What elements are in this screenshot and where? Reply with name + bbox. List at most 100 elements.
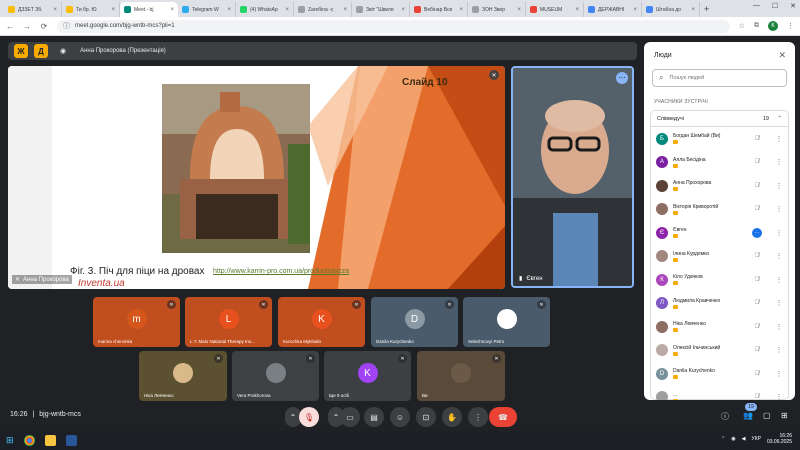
- close-tab-icon[interactable]: ×: [401, 7, 405, 13]
- more-options-button[interactable]: ⋮: [468, 407, 488, 427]
- reload-icon[interactable]: ⟳: [40, 22, 48, 31]
- browser-menu-icon[interactable]: ⋮: [787, 22, 794, 30]
- close-tab-icon[interactable]: ×: [633, 7, 637, 13]
- people-search-input[interactable]: [669, 75, 780, 81]
- participant-tile[interactable]: Vera Prokhorova ✕: [232, 351, 319, 401]
- extensions-icon[interactable]: ⧉: [754, 22, 759, 30]
- browser-tab[interactable]: MUSEUM ×: [526, 2, 584, 17]
- people-icon[interactable]: 👥: [743, 411, 753, 420]
- more-options-icon[interactable]: ⋮: [775, 205, 783, 213]
- mic-off-icon[interactable]: 🎙̸: [752, 159, 762, 165]
- bookmark-star-icon[interactable]: ☆: [739, 22, 745, 30]
- word-taskbar-icon[interactable]: [65, 435, 77, 446]
- browser-tab[interactable]: ЗОН Звер ×: [468, 2, 526, 17]
- meeting-info-icon[interactable]: ⓘ: [721, 411, 729, 422]
- participant-tile[interactable]: K Ще 9 осіб ✕: [324, 351, 411, 401]
- system-clock[interactable]: 16:26 03.06.2025: [767, 433, 792, 445]
- more-options-icon[interactable]: ⋮: [775, 135, 783, 143]
- participant-row[interactable]: Б Богдан Шембай (Ви) 🎙̸ ⋮: [651, 127, 788, 151]
- close-tab-icon[interactable]: ×: [285, 7, 289, 13]
- browser-tab[interactable]: (4) WhatsAp ×: [236, 2, 294, 17]
- maximize-icon[interactable]: ☐: [772, 2, 778, 10]
- close-tab-icon[interactable]: ×: [170, 7, 174, 13]
- close-icon[interactable]: ✕: [778, 50, 786, 61]
- mic-off-icon[interactable]: 🎙̸: [752, 371, 762, 377]
- browser-tab[interactable]: Вебінар Все ×: [410, 2, 468, 17]
- speaker-more-options-icon[interactable]: ⋯: [616, 72, 628, 84]
- mic-off-icon[interactable]: 🎙̸: [752, 394, 762, 400]
- mic-toggle-button[interactable]: 🎙: [299, 407, 319, 427]
- url-field[interactable]: ⓘ meet.google.com/bjg-wntb-mcs?pli=1: [57, 19, 730, 33]
- language-indicator[interactable]: УКР: [752, 436, 761, 442]
- back-icon[interactable]: ←: [6, 22, 14, 31]
- close-tab-icon[interactable]: ×: [343, 7, 347, 13]
- chevron-up-icon[interactable]: ⌃: [777, 115, 782, 122]
- browser-tab[interactable]: Zаreбіnа -с ×: [294, 2, 352, 17]
- participant-row[interactable]: Л Людмила Кравченко 🎙̸ ⋮: [651, 292, 788, 316]
- captions-button[interactable]: ▤: [364, 407, 384, 427]
- participant-row[interactable]: Ніка Левченко 🎙̸ ⋮: [651, 315, 788, 339]
- participant-tile[interactable]: D Danila Kurychenko ✕: [371, 297, 458, 347]
- participant-row[interactable]: Є Євген ⋯ ⋮: [651, 221, 788, 245]
- mic-off-icon[interactable]: 🎙̸: [752, 206, 762, 212]
- cohosts-group-header[interactable]: Співведучі 19 ⌃: [651, 111, 788, 127]
- more-options-icon[interactable]: ⋮: [775, 276, 783, 284]
- participant-row[interactable]: Ілина Курдемко 🎙̸ ⋮: [651, 245, 788, 269]
- participant-row[interactable]: Анна Прохорова 🎙̸ ⋮: [651, 174, 788, 198]
- participant-row[interactable]: D Danila Kurychenko 🎙̸ ⋮: [651, 362, 788, 386]
- volume-icon[interactable]: ◀: [742, 436, 746, 442]
- mic-off-icon[interactable]: 🎙̸: [752, 277, 762, 283]
- emoji-reactions-button[interactable]: ☺: [390, 407, 410, 427]
- more-options-icon[interactable]: ⋮: [775, 393, 783, 400]
- mic-off-icon[interactable]: 🎙̸: [752, 183, 762, 189]
- close-window-icon[interactable]: ✕: [790, 2, 796, 10]
- mic-off-icon[interactable]: 🎙̸: [752, 136, 762, 142]
- participant-row[interactable]: Олексій Ільчинський 🎙̸ ⋮: [651, 339, 788, 363]
- participant-tile[interactable]: L L.T. Malo National Therapy Ins... ✕: [185, 297, 272, 347]
- presentation-tile[interactable]: Слайд 10 Фіг. 3. Піч для піци на дровах …: [8, 66, 505, 289]
- browser-tab[interactable]: Telegram W ×: [178, 2, 236, 17]
- chat-icon[interactable]: ▢: [763, 411, 771, 420]
- participant-tile[interactable]: Ніка Левченко ✕: [139, 351, 227, 401]
- present-screen-button[interactable]: ⊡: [416, 407, 436, 427]
- participant-row[interactable]: А Алла Бесідіна 🎙̸ ⋮: [651, 151, 788, 175]
- raise-hand-button[interactable]: ✋: [442, 407, 462, 427]
- browser-tab[interactable]: Звіт "Швеле ×: [352, 2, 410, 17]
- browser-tab[interactable]: ДЕРЖАВНІ ×: [584, 2, 642, 17]
- browser-tab[interactable]: Штабна до ×: [642, 2, 700, 17]
- close-tab-icon[interactable]: ×: [111, 7, 115, 13]
- tray-chevron-icon[interactable]: ⌃: [721, 436, 725, 442]
- new-tab-icon[interactable]: +: [700, 2, 713, 17]
- chrome-taskbar-icon[interactable]: [23, 435, 35, 446]
- close-tab-icon[interactable]: ×: [459, 7, 463, 13]
- browser-tab[interactable]: Meet - bj ×: [120, 2, 178, 17]
- active-speaker-tile[interactable]: ⋯ ▮ Євген: [511, 66, 634, 288]
- participant-tile[interactable]: Ви ✕: [417, 351, 505, 401]
- more-options-icon[interactable]: ⋮: [775, 370, 783, 378]
- close-tab-icon[interactable]: ×: [227, 7, 231, 13]
- leave-call-button[interactable]: ☎: [489, 407, 517, 427]
- close-tab-icon[interactable]: ×: [53, 7, 57, 13]
- close-tab-icon[interactable]: ×: [517, 7, 521, 13]
- minimize-icon[interactable]: —: [753, 2, 760, 10]
- network-icon[interactable]: ◉: [731, 436, 735, 442]
- mic-off-icon[interactable]: 🎙̸: [752, 347, 762, 353]
- more-options-icon[interactable]: ⋮: [775, 252, 783, 260]
- more-options-icon[interactable]: ⋮: [775, 346, 783, 354]
- participant-row[interactable]: Вікторія Криворотій 🎙̸ ⋮: [651, 198, 788, 222]
- more-options-icon[interactable]: ⋮: [775, 323, 783, 331]
- mic-off-icon[interactable]: 🎙̸: [752, 324, 762, 330]
- more-options-icon[interactable]: ⋮: [775, 299, 783, 307]
- explorer-taskbar-icon[interactable]: [44, 435, 56, 446]
- forward-icon[interactable]: →: [23, 22, 31, 31]
- camera-toggle-button[interactable]: ▭: [340, 407, 360, 427]
- mic-off-icon[interactable]: 🎙̸: [752, 253, 762, 259]
- profile-avatar[interactable]: К: [768, 21, 778, 31]
- windows-start-icon[interactable]: ⊞: [6, 435, 14, 446]
- site-info-icon[interactable]: ⓘ: [63, 21, 70, 31]
- participant-tile[interactable]: Selezhnovyi Petro ✕: [463, 297, 550, 347]
- browser-tab[interactable]: Ти бр. Ю ×: [62, 2, 120, 17]
- close-tab-icon[interactable]: ×: [575, 7, 579, 13]
- participant-tile[interactable]: K Kurochka Mykhailo ✕: [278, 297, 365, 347]
- browser-tab[interactable]: ДЗЗЕТ Зб. ×: [4, 2, 62, 17]
